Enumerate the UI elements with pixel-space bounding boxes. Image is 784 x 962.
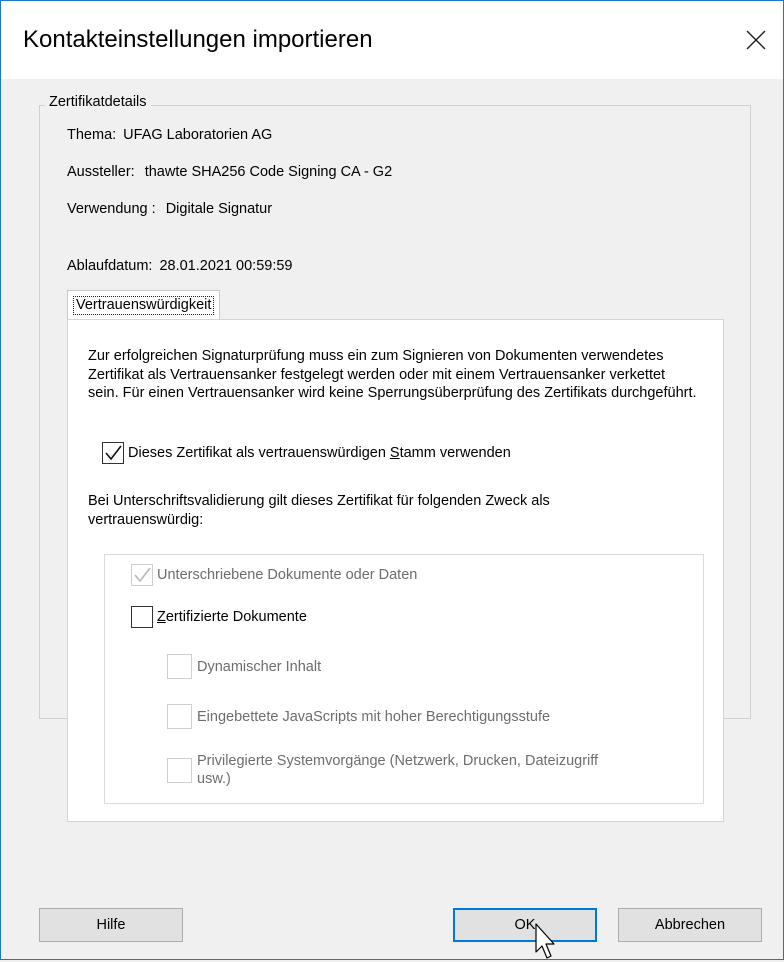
issuer-row: Aussteller: thawte SHA256 Code Signing CA…	[67, 164, 392, 180]
tab-trust-label: Vertrauenswürdigkeit	[73, 295, 215, 315]
issuer-value: thawte SHA256 Code Signing CA - G2	[144, 164, 393, 180]
close-icon	[746, 30, 766, 50]
usage-value: Digitale Signatur	[165, 201, 273, 217]
trust-description: Zur erfolgreichen Signaturprüfung muss e…	[88, 348, 697, 401]
dialog-window: Kontakteinstellungen importieren Zertifi…	[0, 0, 784, 960]
purpose-embedded-js: Eingebettete JavaScripts mit hoher Berec…	[167, 704, 550, 729]
usage-row: Verwendung : Digitale Signatur	[67, 201, 272, 217]
trusted-root-label-pre: Dieses Zertifikat als vertrauenswürdigen	[128, 445, 390, 461]
signed-documents-checkbox	[131, 564, 153, 586]
expiry-value: 28.01.2021 00:59:59	[159, 258, 293, 274]
purpose-system-ops: Privilegierte Systemvorgänge (Netzwerk, …	[167, 752, 598, 788]
usage-label: Verwendung :	[67, 201, 156, 217]
trusted-root-option[interactable]: Dieses Zertifikat als vertrauenswürdigen…	[102, 442, 511, 464]
purpose-signed-documents: Unterschriebene Dokumente oder Daten	[131, 564, 417, 586]
close-button[interactable]	[741, 25, 771, 55]
tab-trust[interactable]: Vertrauenswürdigkeit	[67, 290, 221, 319]
certified-documents-label-post: ertifizierte Dokumente	[165, 609, 307, 625]
trusted-root-label-accel: S	[389, 445, 400, 461]
expiry-label: Ablaufdatum:	[67, 258, 153, 274]
certificate-details-legend: Zertifikatdetails	[45, 94, 151, 110]
purpose-certified-documents[interactable]: Zertifizierte Dokumente	[131, 606, 307, 628]
certified-documents-label: Zertifizierte Dokumente	[157, 609, 307, 625]
issuer-label: Aussteller:	[67, 164, 135, 180]
certified-documents-checkbox[interactable]	[131, 606, 153, 628]
mouse-pointer-icon	[535, 923, 555, 959]
system-ops-label: Privilegierte Systemvorgänge (Netzwerk, …	[197, 752, 598, 788]
trusted-root-label: Dieses Zertifikat als vertrauenswürdigen…	[128, 445, 511, 461]
embedded-js-label: Eingebettete JavaScripts mit hoher Berec…	[197, 708, 551, 725]
expiry-row: Ablaufdatum: 28.01.2021 00:59:59	[67, 258, 293, 274]
title-bar: Kontakteinstellungen importieren	[1, 1, 783, 79]
help-button[interactable]: Hilfe	[39, 908, 183, 942]
purpose-description: Bei Unterschriftsvalidierung gilt dieses…	[88, 493, 550, 528]
system-ops-label-line2: usw.)	[197, 771, 231, 787]
purpose-dynamic-content: Dynamischer Inhalt	[167, 654, 321, 679]
subject-row: Thema: UFAG Laboratorien AG	[67, 127, 272, 143]
dialog-title: Kontakteinstellungen importieren	[23, 26, 373, 53]
checkmark-icon	[134, 567, 151, 583]
subject-value: UFAG Laboratorien AG	[123, 127, 273, 143]
embedded-js-checkbox	[167, 704, 192, 729]
certified-documents-label-accel: Z	[157, 609, 166, 625]
trusted-root-checkbox[interactable]	[102, 442, 124, 464]
system-ops-label-line1: Privilegierte Systemvorgänge (Netzwerk, …	[197, 753, 599, 769]
ok-button[interactable]: OK	[453, 908, 597, 942]
system-ops-checkbox	[167, 758, 192, 783]
trusted-root-label-post: tamm verwenden	[399, 445, 511, 461]
subject-label: Thema:	[67, 127, 117, 143]
dynamic-content-checkbox	[167, 654, 192, 679]
cancel-button[interactable]: Abbrechen	[618, 908, 762, 942]
checkmark-icon	[105, 445, 122, 461]
dynamic-content-label: Dynamischer Inhalt	[197, 658, 322, 675]
signed-documents-label: Unterschriebene Dokumente oder Daten	[157, 567, 418, 583]
